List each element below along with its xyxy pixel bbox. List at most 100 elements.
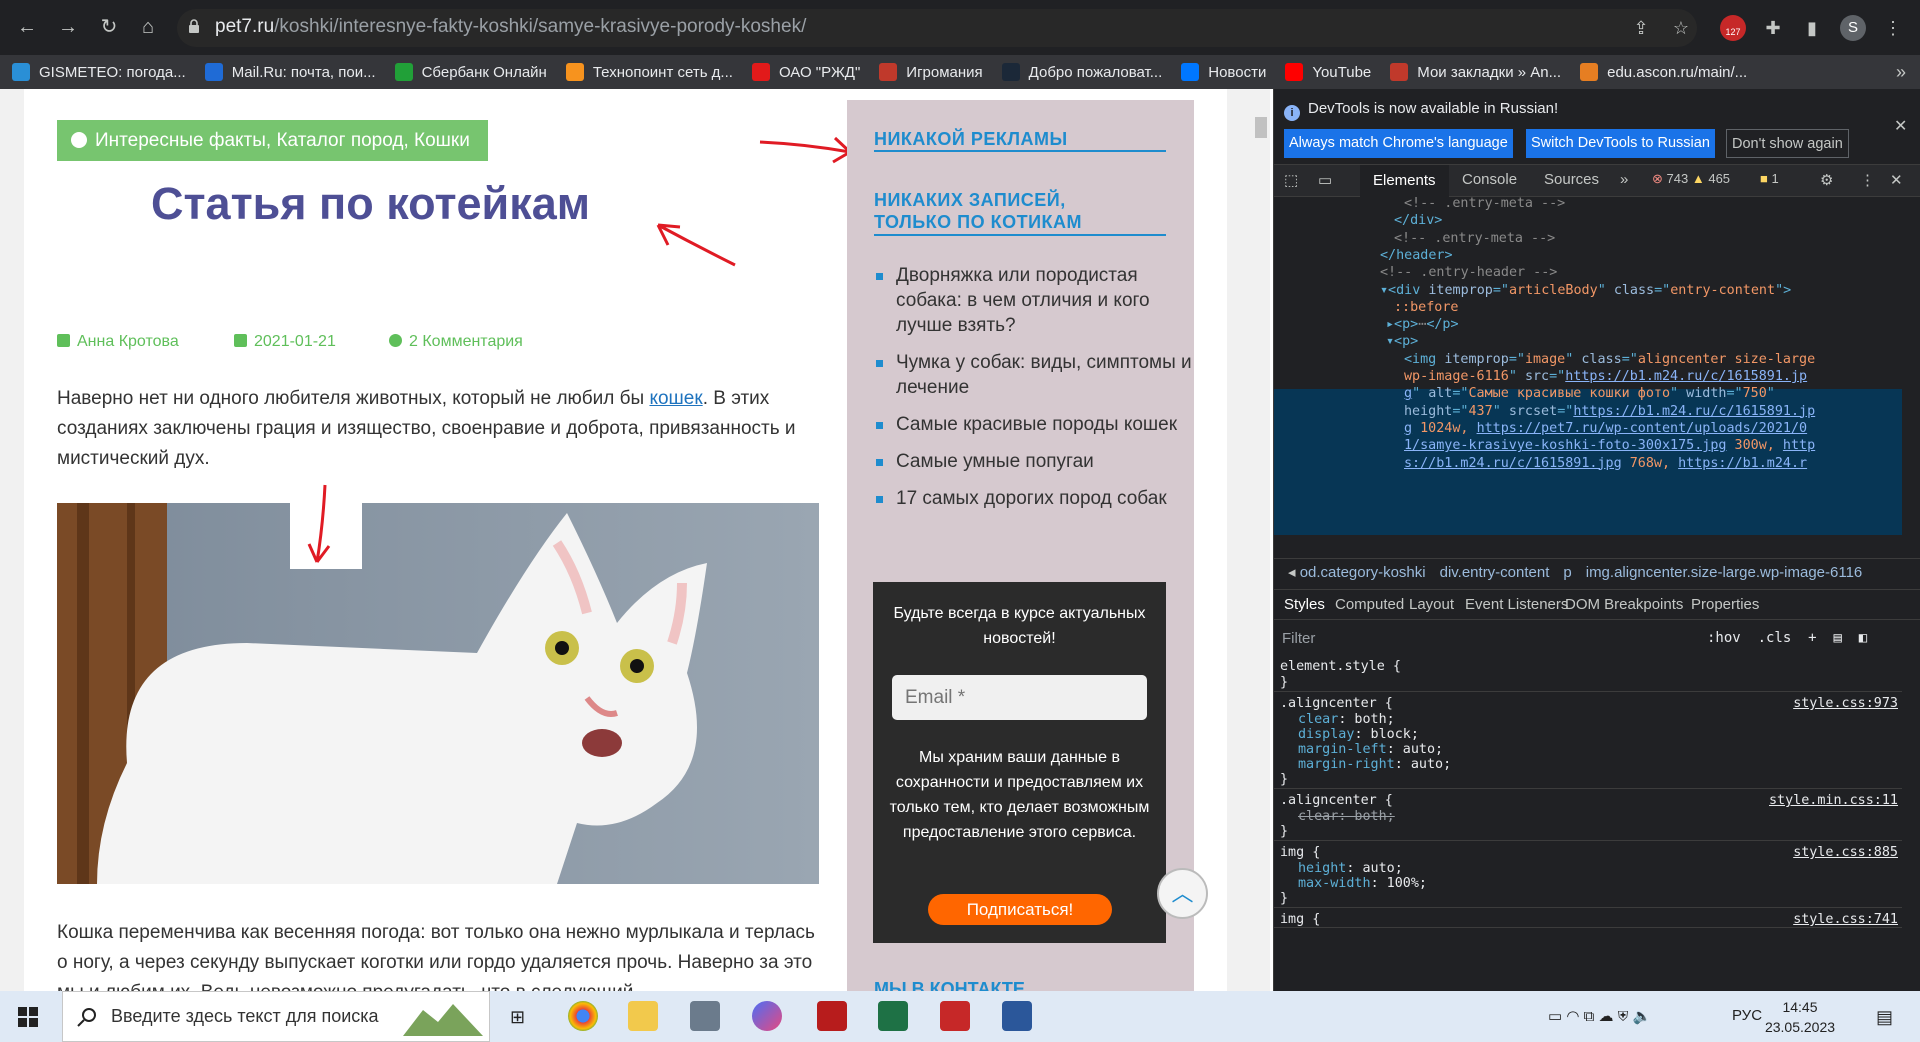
avatar[interactable]: S [1840,15,1866,41]
photos-icon[interactable] [752,1001,782,1031]
dom-tree[interactable]: <!-- .entry-meta --> </div> <!-- .entry-me… [1274,197,1902,541]
dom-scrollbar[interactable] [1902,197,1920,541]
bookmark-item[interactable]: GISMETEO: погода... [12,63,186,81]
bookmark-item[interactable]: Mail.Ru: почта, пои... [204,63,376,81]
menu-icon[interactable]: ⋮ [1880,15,1906,41]
crumb-item[interactable]: img.aligncenter.size-large.wp-image-6116 [1586,564,1863,581]
star-icon[interactable]: ☆ [1668,15,1694,41]
tab-sources[interactable]: Sources [1544,171,1599,188]
close-icon[interactable]: ✕ [1894,116,1907,136]
dom-line[interactable]: s://b1.m24.ru/c/1615891.jpg 768w, https:… [1404,453,1807,474]
cat-photo [57,503,819,884]
url-text[interactable]: pet7.ru/koshki/interesnye-fakty-koshki/s… [215,16,806,38]
clock[interactable]: 14:45 23.05.2023 [1760,997,1840,1037]
cats-link[interactable]: кошек [649,388,702,409]
home-icon[interactable]: ⌂ [135,14,161,40]
crumb-item[interactable]: div.entry-content [1440,564,1550,581]
post-date: 2021-01-21 [234,333,336,351]
dont-show-button[interactable]: Don't show again [1726,129,1849,158]
bookmark-item[interactable]: Технопоинт сеть д... [565,63,733,81]
sidebar-link[interactable]: Самые красивые породы кошек [874,412,1194,437]
styles-filter-input[interactable]: Filter [1282,630,1315,647]
autocad-icon[interactable] [940,1001,970,1031]
styles-tab[interactable]: Layout [1409,596,1454,613]
sidebar-link[interactable]: 17 самых дорогих пород собак [874,486,1194,511]
bookmark-favicon-icon [1390,63,1409,81]
styles-rules[interactable]: element.style {} .aligncenter {style.css:… [1274,654,1902,991]
reload-icon[interactable]: ↻ [96,14,122,40]
close-devtools-icon[interactable]: ✕ [1890,171,1903,189]
notification-icon[interactable]: ▤ [1876,1007,1893,1028]
match-language-button[interactable]: Always match Chrome's language [1284,129,1513,158]
bookmark-favicon-icon [879,63,898,81]
author-link[interactable]: Анна Кротова [57,333,179,351]
subscribe-button[interactable]: Подписаться! [928,894,1112,925]
tab-elements[interactable]: Elements [1360,165,1449,197]
sidebar-link[interactable]: Чумка у собак: виды, симптомы и лечение [874,350,1194,400]
css-source-link[interactable]: style.min.css:11 [1769,792,1898,810]
error-count[interactable]: ⊗ 743 ▲ 465 [1652,171,1730,187]
scroll-top-button[interactable]: ︿ [1157,868,1208,919]
bookmark-item[interactable]: Игромания [879,63,983,81]
sidebar-link[interactable]: Дворняжка или породистая собака: в чем о… [874,263,1194,338]
bookmarks-more-icon[interactable]: » [1896,62,1906,83]
css-source-link[interactable]: style.css:885 [1793,844,1898,862]
sidepanel-icon[interactable]: ▮ [1799,15,1825,41]
taskbar-search[interactable]: Введите здесь текст для поиска [62,991,490,1042]
css-property[interactable]: margin-right: auto; [1298,756,1451,774]
bookmark-item[interactable]: Сбербанк Онлайн [394,63,547,81]
category-tags[interactable]: Интересные факты, Каталог пород, Кошки [57,120,488,161]
styles-tab[interactable]: Event Listeners [1465,596,1568,613]
bookmark-item[interactable]: edu.ascon.ru/main/... [1580,63,1747,81]
styles-tab[interactable]: Computed [1335,596,1404,613]
css-source-link[interactable]: style.css:973 [1793,695,1898,713]
calculator-icon[interactable] [690,1001,720,1031]
sidebar-heading-no-ads: НИКАКОЙ РЕКЛАМЫ [874,129,1068,149]
switch-russian-button[interactable]: Switch DevTools to Russian [1526,129,1715,158]
back-icon[interactable]: ← [14,14,40,40]
forward-icon[interactable]: → [55,14,81,40]
search-icon [77,1008,96,1027]
task-view-icon[interactable]: ⊞ [510,1007,525,1028]
pdf-icon[interactable] [817,1001,847,1031]
lock-icon [189,19,199,33]
page-title: Статья по котейкам [151,178,591,229]
sidebar-link[interactable]: Самые умные попугаи [874,449,1194,474]
inspect-icon[interactable]: ⬚ [1284,171,1298,189]
chrome-icon[interactable] [568,1001,598,1031]
crumb-item[interactable]: od.category-koshki [1300,564,1426,581]
tab-console[interactable]: Console [1462,171,1517,188]
styles-tab[interactable]: DOM Breakpoints [1565,596,1683,613]
heading-underline [874,150,1166,152]
extension-badge-icon[interactable]: 127 [1720,15,1746,41]
language-indicator[interactable]: РУС [1732,1007,1762,1024]
css-selector[interactable]: element.style { [1280,658,1401,676]
email-field[interactable] [892,675,1147,720]
css-property[interactable]: max-width: 100%; [1298,875,1427,893]
issues-count[interactable]: ■ 1 [1760,171,1779,186]
bookmark-item[interactable]: Добро пожаловат... [1001,63,1162,81]
comments-link[interactable]: 2 Комментария [389,333,523,351]
word-icon[interactable] [1002,1001,1032,1031]
styles-tab[interactable]: Styles [1284,596,1325,613]
crumb-item[interactable]: p [1563,564,1571,581]
bookmark-item[interactable]: Мои закладки » An... [1390,63,1561,81]
hov-toggle[interactable]: :hov .cls + ▤ ◧ [1707,630,1867,646]
gear-icon[interactable]: ⚙ [1820,171,1833,189]
more-tabs-icon[interactable]: » [1620,171,1628,188]
puzzle-icon[interactable]: ✚ [1760,15,1786,41]
bookmark-item[interactable]: Новости [1181,63,1266,81]
bookmark-item[interactable]: YouTube [1285,63,1371,81]
css-property[interactable]: clear: both; [1298,808,1395,826]
crumb-left-icon[interactable]: ◂ [1288,564,1300,581]
device-toggle-icon[interactable]: ▭ [1318,171,1332,189]
windows-start-icon[interactable] [18,1007,38,1027]
explorer-icon[interactable] [628,1001,658,1031]
excel-icon[interactable] [878,1001,908,1031]
bookmark-item[interactable]: ОАО "РЖД" [751,63,860,81]
page-scrollbar[interactable] [1252,89,1270,991]
tray-icons[interactable]: ▭ ◠ ⧉ ☁ ⛨ 🔈 [1548,1007,1651,1025]
kebab-icon[interactable]: ⋮ [1860,171,1875,189]
styles-tab[interactable]: Properties [1691,596,1759,613]
share-icon[interactable]: ⇪ [1628,15,1654,41]
